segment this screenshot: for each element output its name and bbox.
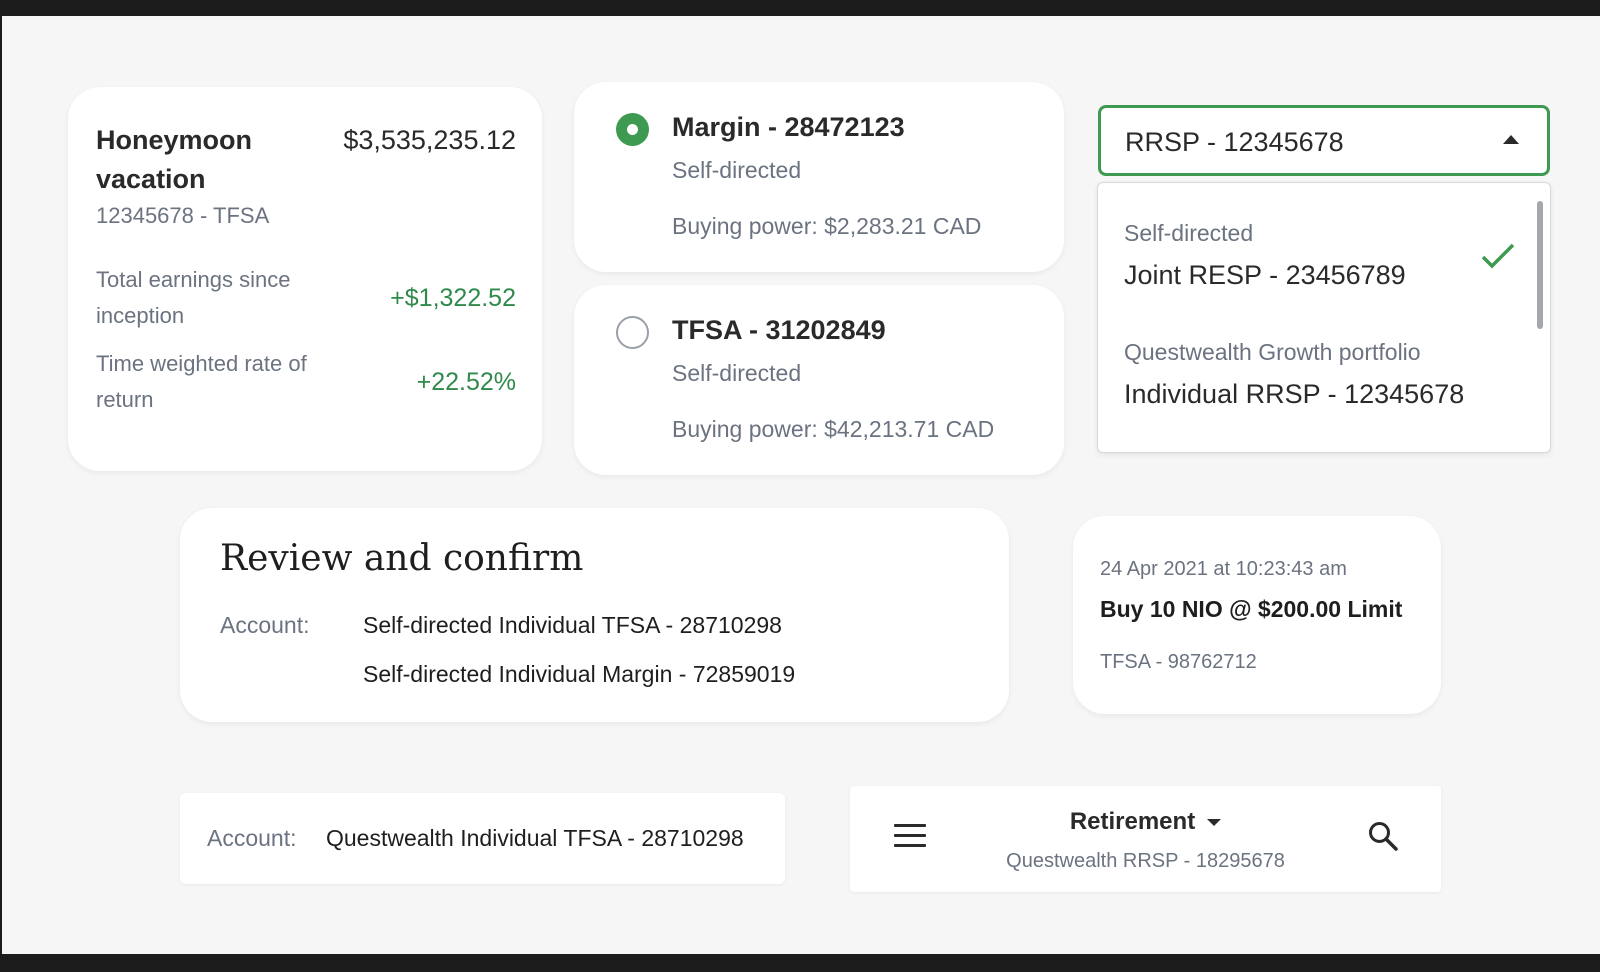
review-account-label: Account: [220,612,310,638]
twrr-label: Time weighted rate of return [96,351,307,412]
account-select[interactable]: RRSP - 12345678 [1098,105,1550,176]
order-timestamp: 24 Apr 2021 at 10:23:43 am [1100,558,1347,580]
header-title[interactable]: Retirement [850,808,1441,836]
earnings-value: +$1,322.52 [390,284,516,312]
app-header: Retirement Questwealth RRSP - 18295678 [850,786,1441,892]
dropdown-scrollbar[interactable] [1537,201,1543,329]
search-icon[interactable] [1367,820,1399,852]
review-account: Self-directed Individual TFSA - 28710298 [363,612,782,638]
canvas: Honeymoon vacation $3,535,235.12 1234567… [2,16,1600,954]
goal-name: Honeymoon vacation [96,125,253,194]
radio-unselected-icon[interactable] [616,316,649,349]
review-card: Review and confirm Account: Self-directe… [180,508,1009,722]
order-card[interactable]: 24 Apr 2021 at 10:23:43 am Buy 10 NIO @ … [1073,516,1441,714]
header-subtitle: Questwealth RRSP - 18295678 [1006,850,1285,872]
account-bar-label: Account: [207,825,297,851]
account-title: Margin - 28472123 [672,112,905,142]
goal-balance: $3,535,235.12 [343,125,516,155]
account-title: TFSA - 31202849 [672,315,886,345]
checkmark-icon [1481,243,1515,269]
option-category: Questwealth Growth portfolio [1124,339,1421,365]
order-description: Buy 10 NIO @ $200.00 Limit [1100,596,1403,622]
order-account: TFSA - 98762712 [1100,651,1257,673]
caret-down-icon [1207,819,1222,827]
account-dropdown-menu: Self-directed Joint RESP - 23456789 Ques… [1097,182,1551,453]
account-radio-card[interactable]: Margin - 28472123 Self-directed Buying p… [574,82,1064,272]
dropdown-option[interactable]: Self-directed Joint RESP - 23456789 [1124,220,1504,291]
goal-card[interactable]: Honeymoon vacation $3,535,235.12 1234567… [68,87,542,471]
account-type: Self-directed [672,157,802,183]
header-title-text: Retirement [1069,808,1196,835]
review-title: Review and confirm [220,538,584,579]
radio-selected-icon[interactable] [616,113,649,146]
account-bar-value: Questwealth Individual TFSA - 28710298 [326,825,744,851]
account-type: Self-directed [672,360,802,386]
buying-power: Buying power: $2,283.21 CAD [672,213,982,239]
buying-power: Buying power: $42,213.71 CAD [672,416,995,442]
account-select-value: RRSP - 12345678 [1125,127,1344,157]
chevron-up-icon[interactable] [1503,135,1519,144]
account-bar: Account: Questwealth Individual TFSA - 2… [180,793,785,884]
option-name: Joint RESP - 23456789 [1124,260,1406,290]
account-radio-card[interactable]: TFSA - 31202849 Self-directed Buying pow… [574,285,1064,475]
option-name: Individual RRSP - 12345678 [1124,379,1465,409]
goal-account: 12345678 - TFSA [96,203,270,228]
review-account: Self-directed Individual Margin - 728590… [363,661,796,687]
dropdown-option[interactable]: Questwealth Growth portfolio Individual … [1124,339,1504,410]
twrr-value: +22.52% [416,368,516,396]
earnings-label: Total earnings since inception [96,267,291,328]
option-category: Self-directed [1124,220,1254,246]
